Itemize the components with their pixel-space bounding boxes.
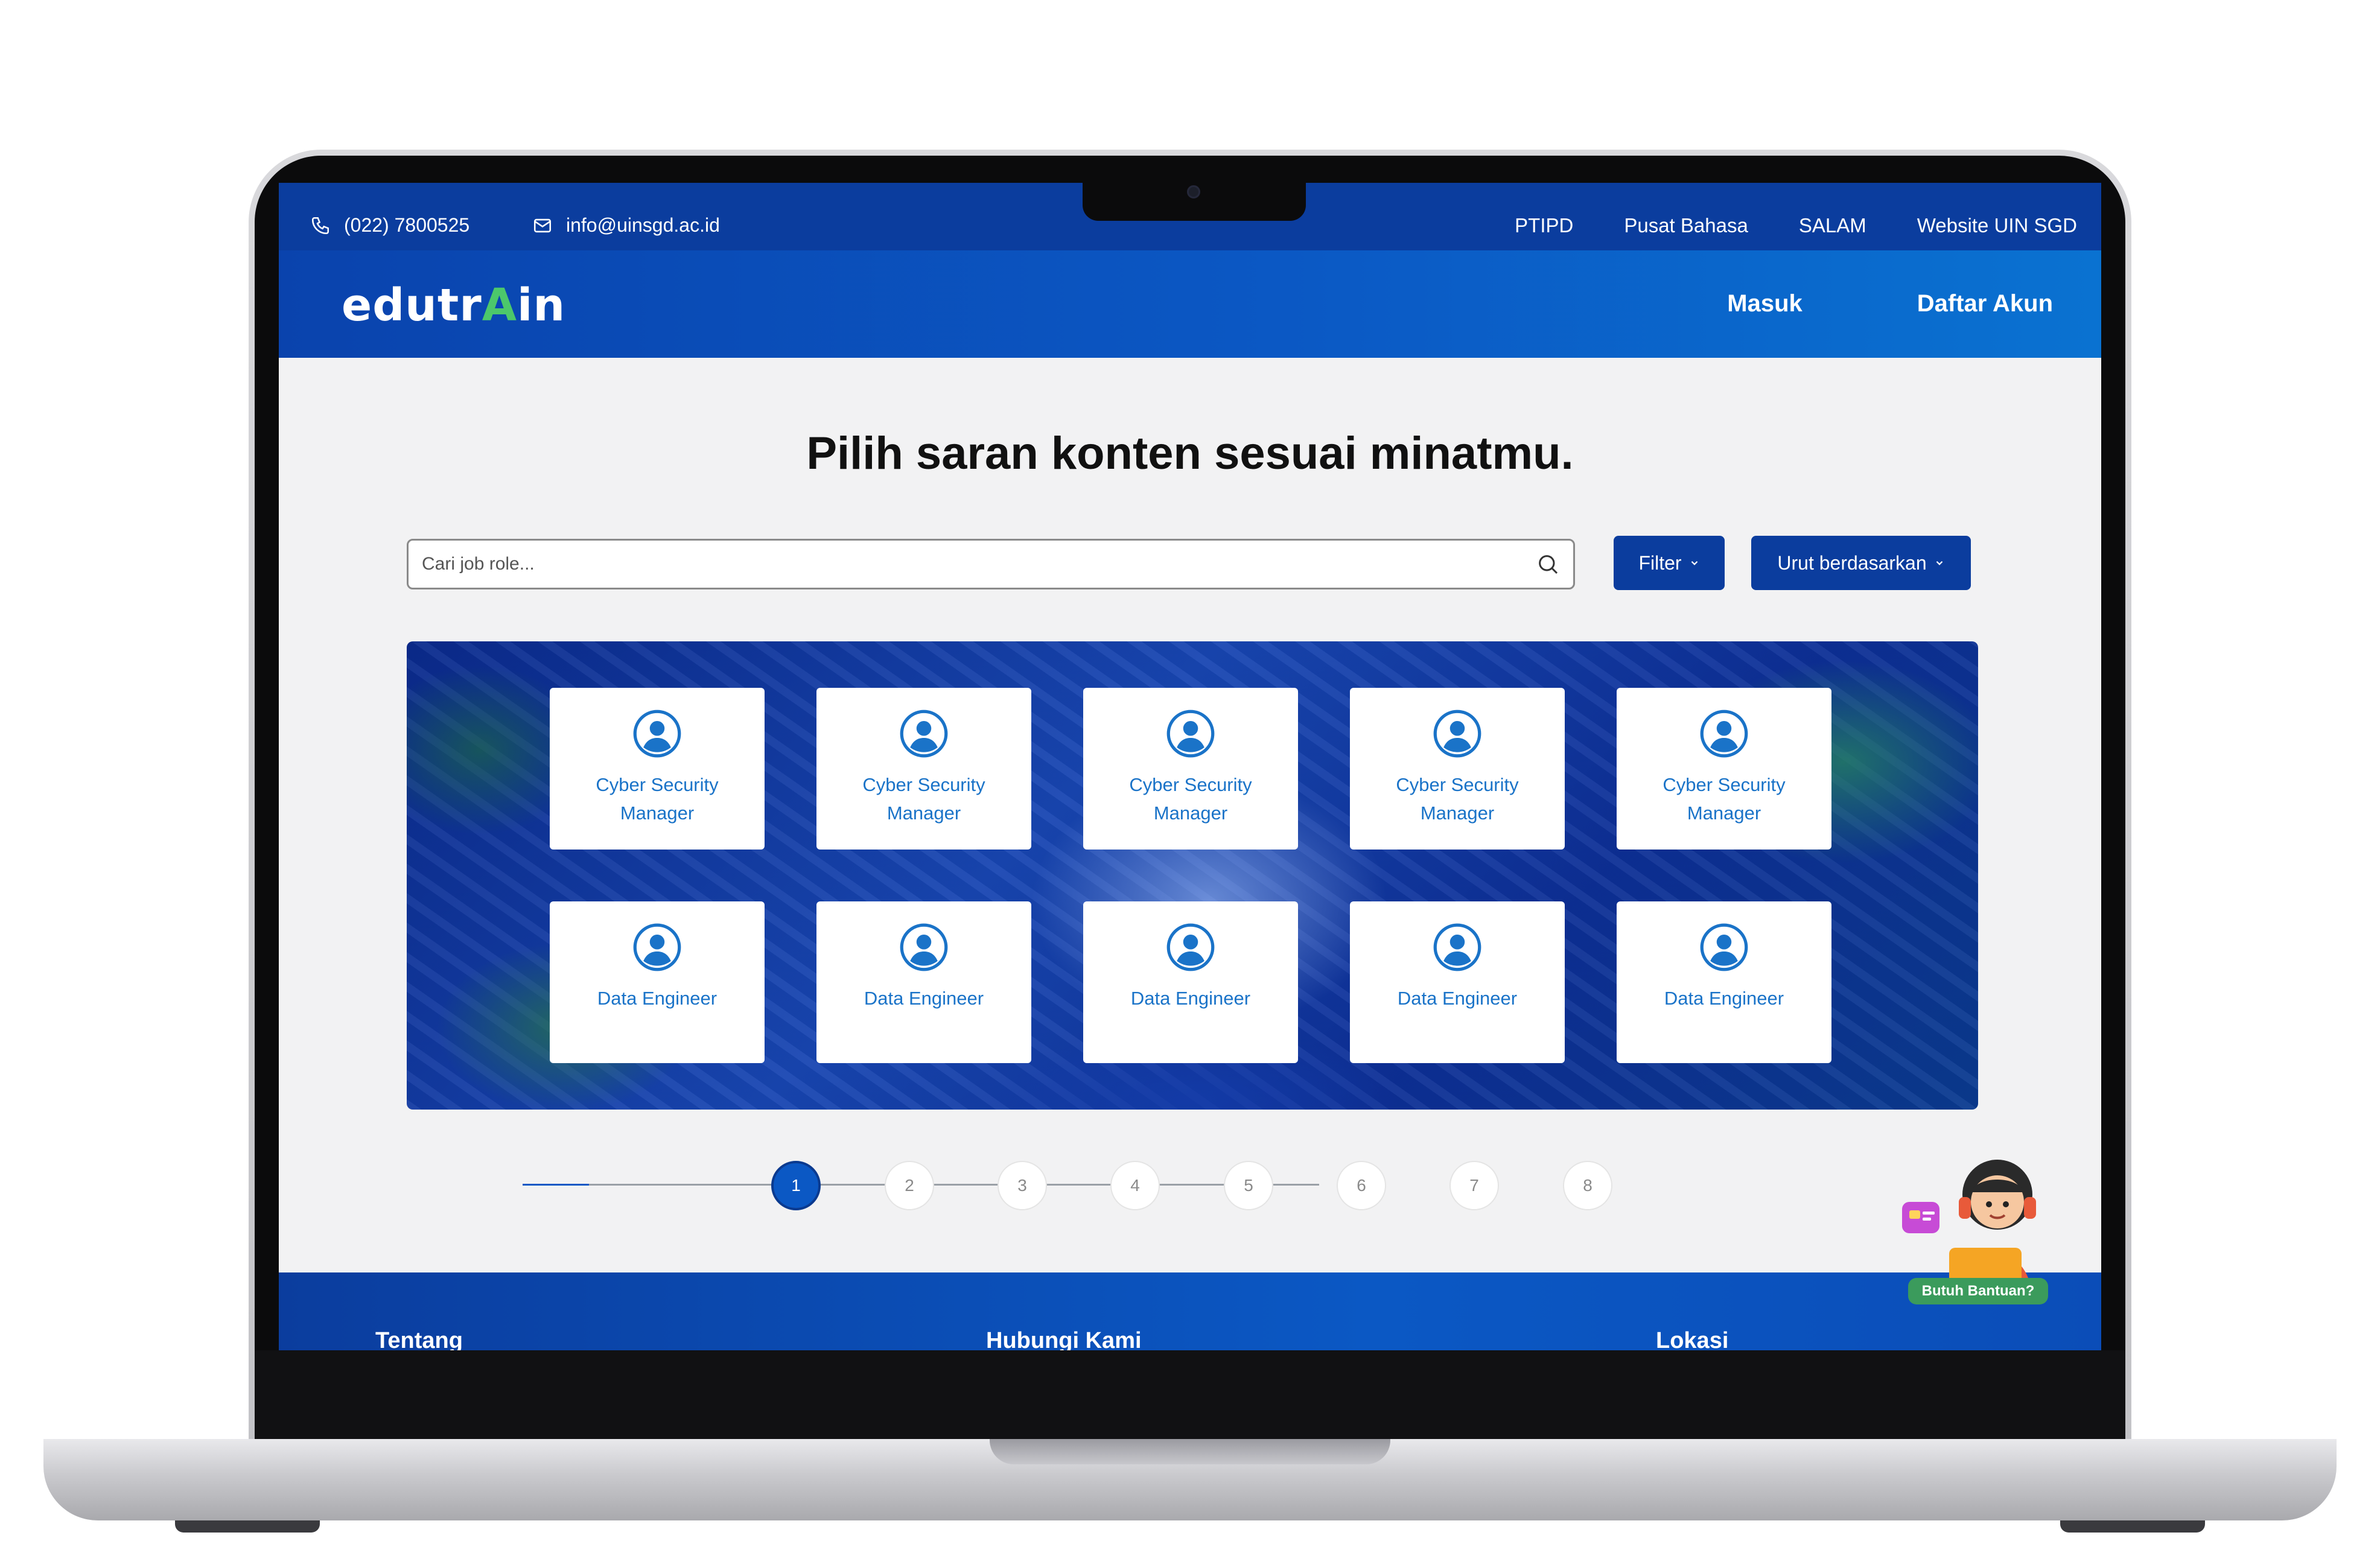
job-card[interactable]: Data Engineer [1350,901,1565,1063]
camera-icon [1187,185,1200,199]
chevron-down-icon [1691,561,1698,565]
footer-heading-about: Tentang [375,1328,463,1350]
email-contact[interactable]: info@uinsgd.ac.id [532,214,720,237]
page-4[interactable]: 4 [1110,1161,1160,1210]
laptop-screen: (022) 7800525 info@uinsgd.ac.id PTIPD Pu… [279,183,2101,1350]
job-card[interactable]: Data Engineer [1617,901,1831,1063]
pagination-progress [523,1184,589,1186]
user-circle-icon [1700,710,1748,758]
rocket-icon: A [482,279,517,331]
main-header: edutrAin Masuk Daftar Akun [279,250,2101,358]
job-role-gallery: Cyber Security Manager Cyber Security Ma… [407,641,1978,1110]
footer-heading-location: Lokasi [1656,1328,1729,1350]
page-7[interactable]: 7 [1449,1161,1499,1210]
help-button[interactable]: Butuh Bantuan? [1908,1278,2048,1304]
job-card[interactable]: Cyber Security Manager [816,688,1031,850]
page-2[interactable]: 2 [885,1161,934,1210]
top-links: PTIPD Pusat Bahasa SALAM Website UIN SGD [1515,214,2077,237]
edutrain-logo[interactable]: edutrAin [342,279,565,331]
job-card-title: Data Engineer [1664,988,1784,1009]
header-nav: Masuk Daftar Akun [1727,290,2053,317]
job-card-title: Cyber Security Manager [1662,774,1786,824]
top-link-salam[interactable]: SALAM [1799,214,1866,237]
logo-text-suffix: in [517,279,566,331]
job-card-title: Cyber Security Manager [596,774,719,824]
user-circle-icon [1433,923,1481,971]
page-title: Pilih saran konten sesuai minatmu. [806,428,1574,479]
page-6[interactable]: 6 [1337,1161,1386,1210]
job-card[interactable]: Data Engineer [550,901,765,1063]
page-5[interactable]: 5 [1224,1161,1273,1210]
job-card[interactable]: Data Engineer [816,901,1031,1063]
top-link-website-uin[interactable]: Website UIN SGD [1917,214,2077,237]
mail-icon [533,218,552,232]
sort-button[interactable]: Urut berdasarkan [1751,536,1971,590]
user-circle-icon [900,923,948,971]
laptop-base-groove [990,1439,1390,1464]
logo-text-prefix: edutr [342,279,482,331]
job-card[interactable]: Cyber Security Manager [550,688,765,850]
chevron-down-icon [1936,561,1942,565]
job-card[interactable]: Cyber Security Manager [1617,688,1831,850]
job-card-title: Cyber Security Manager [862,774,985,824]
job-card-title: Data Engineer [597,988,718,1009]
user-circle-icon [1166,710,1215,758]
page-8[interactable]: 8 [1563,1161,1612,1210]
job-card-title: Cyber Security Manager [1129,774,1252,824]
page-1[interactable]: 1 [771,1161,821,1210]
filter-label: Filter [1638,551,1682,574]
job-card[interactable]: Data Engineer [1083,901,1298,1063]
job-card[interactable]: Cyber Security Manager [1350,688,1565,850]
search-icon[interactable] [1536,552,1560,576]
laptop-foot-left [175,1520,320,1533]
laptop-foot-right [2060,1520,2205,1533]
user-circle-icon [633,710,681,758]
job-card[interactable]: Cyber Security Manager [1083,688,1298,850]
job-card-title: Cyber Security Manager [1396,774,1519,824]
top-link-ptipd[interactable]: PTIPD [1515,214,1573,237]
email-address: info@uinsgd.ac.id [566,214,720,236]
filter-button[interactable]: Filter [1614,536,1725,590]
search-input[interactable] [422,554,1536,574]
footer: Tentang Hubungi Kami Lokasi [279,1272,2101,1350]
phone-icon [311,217,329,234]
register-link[interactable]: Daftar Akun [1917,290,2053,317]
login-link[interactable]: Masuk [1727,290,1802,317]
laptop-chin [255,1350,2125,1453]
search-bar[interactable] [407,539,1575,589]
sort-label: Urut berdasarkan [1777,551,1927,574]
phone-number: (022) 7800525 [344,214,470,236]
page-3[interactable]: 3 [998,1161,1047,1210]
job-card-title: Data Engineer [1397,988,1518,1009]
footer-heading-contact: Hubungi Kami [986,1328,1142,1350]
user-circle-icon [1433,710,1481,758]
user-circle-icon [1166,923,1215,971]
user-circle-icon [633,923,681,971]
phone-contact[interactable]: (022) 7800525 [310,214,469,237]
job-card-title: Data Engineer [1130,988,1251,1009]
job-card-title: Data Engineer [864,988,984,1009]
user-circle-icon [900,710,948,758]
user-circle-icon [1700,923,1748,971]
top-link-pusat-bahasa[interactable]: Pusat Bahasa [1624,214,1748,237]
